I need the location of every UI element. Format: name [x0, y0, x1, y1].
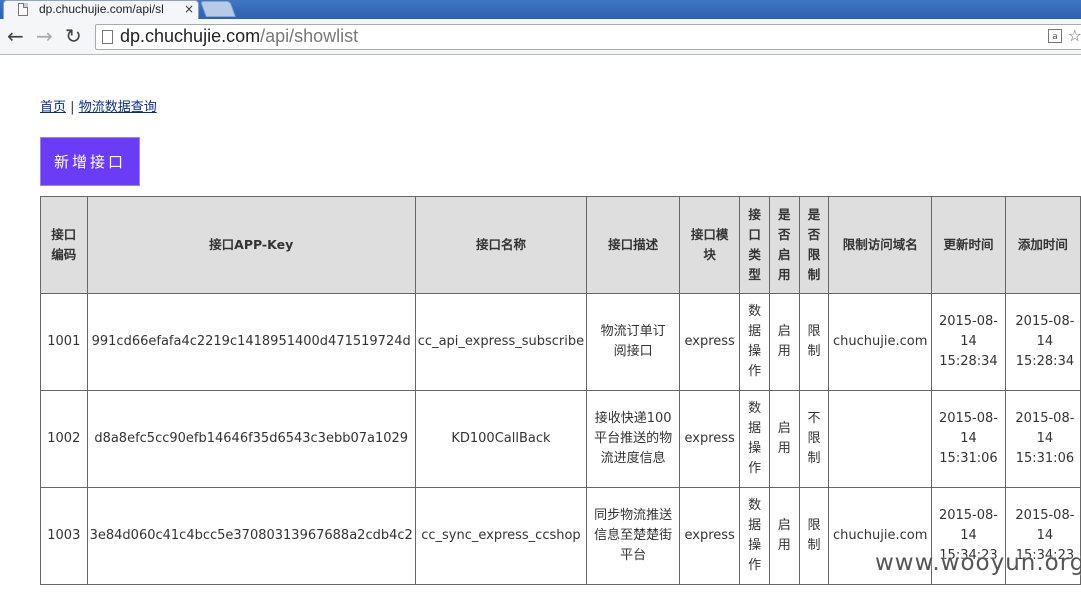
cell-enabled-text: 启用 [777, 421, 791, 456]
breadcrumb-current-link[interactable]: 物流数据查询 [79, 100, 157, 115]
cell-name: KD100CallBack [414, 390, 588, 488]
cell-limited-text: 限制 [807, 324, 821, 359]
back-arrow-icon[interactable]: ← [7, 25, 24, 47]
table-header-row: 接口编码 接口APP-Key 接口名称 接口描述 接口模块 接口类型 是否启用 … [40, 196, 1081, 294]
header-domain: 限制访问域名 [828, 196, 933, 294]
cell-type-text: 数据操作 [748, 401, 762, 476]
header-description: 接口描述 [586, 196, 681, 294]
header-limited: 是否限制 [798, 196, 830, 294]
cell-app-key: 991cd66efafa4c2219c1418951400d471519724d [86, 293, 416, 391]
url-host: dp.chuchujie.com [120, 26, 261, 46]
header-module: 接口模块 [679, 196, 741, 294]
close-icon[interactable]: × [184, 2, 194, 16]
breadcrumb-home-link[interactable]: 首页 [40, 100, 66, 115]
cell-module: express [679, 487, 741, 585]
cell-module: express [679, 390, 741, 488]
api-table: 接口编码 接口APP-Key 接口名称 接口描述 接口模块 接口类型 是否启用 … [40, 196, 1081, 585]
reload-icon[interactable]: ↻ [65, 25, 82, 47]
header-type-label: 接口类型 [748, 207, 761, 282]
header-enabled-label: 是否启用 [778, 207, 791, 282]
cell-enabled-text: 启用 [777, 518, 791, 553]
header-enabled: 是否启用 [768, 196, 800, 294]
watermark: www.wooyun.org [875, 550, 1081, 576]
header-updated: 更新时间 [931, 196, 1006, 294]
cell-limited: 限制 [798, 293, 830, 391]
header-app-key: 接口APP-Key [86, 196, 416, 294]
cell-module: express [679, 293, 741, 391]
url-text[interactable]: dp.chuchujie.com/api/showlist [120, 26, 358, 47]
cell-description-text: 同步物流推送信息至楚楚街平台 [594, 508, 673, 563]
page-icon [18, 3, 28, 16]
cell-limited: 限制 [798, 487, 830, 585]
cell-enabled: 启用 [768, 293, 800, 391]
header-added: 添加时间 [1004, 196, 1081, 294]
header-type: 接口类型 [739, 196, 770, 294]
bookmark-star-icon[interactable]: ☆ [1068, 26, 1081, 45]
cell-name: cc_sync_express_ccshop [414, 487, 588, 585]
header-limited-label: 是否限制 [807, 207, 821, 282]
cell-domain [828, 390, 933, 488]
cell-type: 数据操作 [739, 487, 770, 585]
cell-type: 数据操作 [739, 293, 770, 391]
cell-enabled-text: 启用 [777, 324, 791, 359]
cell-description: 物流订单订阅接口 [586, 293, 681, 391]
header-code: 接口编码 [40, 196, 88, 294]
cell-type-text: 数据操作 [748, 498, 762, 573]
cell-app-key: d8a8efc5cc90efb14646f35d6543c3ebb07a1029 [86, 390, 416, 488]
cell-added-text: 2015-08-14 15:28:34 [1015, 314, 1075, 369]
cell-type: 数据操作 [739, 390, 770, 488]
header-module-label: 接口模块 [690, 227, 729, 262]
cell-limited-text: 不限制 [807, 411, 821, 466]
browser-tab[interactable]: dp.chuchujie.com/api/sl × [3, 0, 199, 19]
forward-arrow-icon[interactable]: → [36, 25, 53, 47]
cell-name: cc_api_express_subscribe [414, 293, 588, 391]
cell-domain: chuchujie.com [828, 293, 933, 391]
cell-updated: 2015-08-14 15:28:34 [931, 293, 1006, 391]
cell-updated: 2015-08-14 15:31:06 [931, 390, 1006, 488]
cell-app-key: 3e84d060c41c4bcc5e37080313967688a2cdb4c2 [86, 487, 416, 585]
cell-limited: 不限制 [798, 390, 830, 488]
tab-strip: dp.chuchujie.com/api/sl × [0, 0, 1081, 19]
cell-code: 1003 [40, 487, 88, 585]
cell-description: 接收快递100平台推送的物流进度信息 [586, 390, 681, 488]
add-api-button[interactable]: 新增接口 [40, 137, 140, 186]
cell-code: 1001 [40, 293, 88, 391]
cell-enabled: 启用 [768, 487, 800, 585]
breadcrumb-separator: | [70, 100, 75, 115]
cell-description-text: 物流订单订阅接口 [600, 324, 666, 359]
cell-updated-text: 2015-08-14 15:28:34 [938, 314, 998, 369]
cell-description: 同步物流推送信息至楚楚街平台 [586, 487, 681, 585]
header-name: 接口名称 [414, 196, 588, 294]
header-code-label: 接口编码 [51, 227, 77, 262]
cell-added-text: 2015-08-14 15:31:06 [1015, 411, 1075, 466]
cell-code: 1002 [40, 390, 88, 488]
cell-type-text: 数据操作 [748, 304, 762, 379]
tab-title: dp.chuchujie.com/api/sl [39, 2, 164, 16]
browser-toolbar: ← → ↻ dp.chuchujie.com/api/showlist a ☆ [0, 19, 1081, 55]
cell-description-text: 接收快递100平台推送的物流进度信息 [594, 411, 673, 466]
table-row: 1002 d8a8efc5cc90efb14646f35d6543c3ebb07… [40, 390, 1081, 488]
address-bar[interactable]: dp.chuchujie.com/api/showlist a ☆ [95, 24, 1081, 50]
page-icon [102, 30, 113, 44]
breadcrumb: 首页 | 物流数据查询 [40, 96, 157, 115]
cell-added: 2015-08-14 15:28:34 [1004, 293, 1081, 391]
table-row: 1001 991cd66efafa4c2219c1418951400d47151… [40, 293, 1081, 391]
translate-icon[interactable]: a [1048, 29, 1062, 43]
cell-updated-text: 2015-08-14 15:31:06 [938, 411, 998, 466]
url-path: /api/showlist [260, 26, 359, 46]
cell-enabled: 启用 [768, 390, 800, 488]
cell-limited-text: 限制 [807, 518, 821, 553]
cell-added: 2015-08-14 15:31:06 [1004, 390, 1081, 488]
new-tab-button[interactable] [200, 1, 236, 17]
